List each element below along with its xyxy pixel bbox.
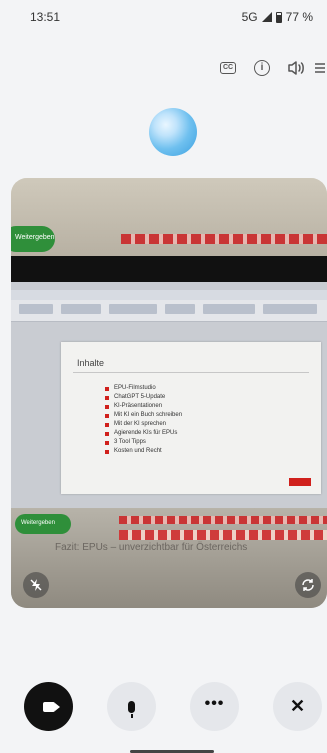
battery-icon <box>275 11 282 23</box>
status-time: 13:51 <box>30 10 61 24</box>
share-button-label: Weitergeben <box>15 234 55 241</box>
calendar-strip <box>121 234 327 244</box>
more-icon: ••• <box>204 694 225 712</box>
end-call-button[interactable]: ✕ <box>273 682 322 731</box>
ribbon-group <box>165 304 195 314</box>
video-toggle-button[interactable] <box>24 682 73 731</box>
captions-icon: CC <box>220 62 236 74</box>
call-top-actions: CC i <box>211 56 327 80</box>
captions-button[interactable]: CC <box>211 56 245 80</box>
video-feed: Weitergeben Inhalte EPU-Filmstudio ChatG… <box>11 178 327 608</box>
slide-list-item: KI-Präsentationen <box>105 402 182 411</box>
slide-list-item: Mit der KI sprechen <box>105 420 182 429</box>
call-controls: ••• ✕ <box>0 682 327 732</box>
microphone-icon <box>128 700 135 718</box>
battery-label: 77 % <box>285 10 313 24</box>
video-caption: Fazit: EPUs – unverzichtbar für Österrei… <box>55 542 248 553</box>
share-button-photo: Weitergeben <box>15 514 71 534</box>
ribbon-group <box>203 304 255 314</box>
calendar-strip <box>119 516 327 524</box>
ribbon-group <box>109 304 157 314</box>
ribbon-group <box>19 304 53 314</box>
switch-camera-button[interactable] <box>295 572 321 598</box>
slide-list: EPU-Filmstudio ChatGPT 5-Update KI-Präse… <box>105 384 182 456</box>
share-button-photo: Weitergeben <box>11 226 55 252</box>
more-options-button[interactable]: ••• <box>190 682 239 731</box>
effects-button[interactable] <box>313 56 327 80</box>
presentation-screen: Inhalte EPU-Filmstudio ChatGPT 5-Update … <box>11 282 327 530</box>
switch-camera-icon <box>302 579 314 591</box>
slide: Inhalte EPU-Filmstudio ChatGPT 5-Update … <box>61 342 321 494</box>
slide-list-item: Mit KI ein Buch schreiben <box>105 411 182 420</box>
flash-off-icon <box>30 579 42 591</box>
info-icon: i <box>254 60 270 76</box>
slide-divider <box>73 372 309 373</box>
app-ribbon <box>11 290 327 322</box>
calendar-strip <box>119 530 327 540</box>
slide-list-item: Kosten und Recht <box>105 447 182 456</box>
slide-list-item: 3 Tool Tipps <box>105 438 182 447</box>
flash-off-button[interactable] <box>23 572 49 598</box>
video-camera-icon <box>42 701 60 712</box>
ribbon-group <box>263 304 317 314</box>
effects-icon <box>315 63 325 73</box>
signal-icon <box>261 12 272 22</box>
slide-list-item: Agierende KIs für EPUs <box>105 429 182 438</box>
ribbon-group <box>61 304 101 314</box>
status-bar: 13:51 5G 77 % <box>0 0 327 36</box>
ribbon-tabs <box>11 290 327 300</box>
info-button[interactable]: i <box>245 56 279 80</box>
slide-title: Inhalte <box>77 358 105 368</box>
close-icon: ✕ <box>289 696 306 716</box>
microphone-button[interactable] <box>107 682 156 731</box>
network-label: 5G <box>241 10 258 24</box>
slide-list-item: ChatGPT 5-Update <box>105 393 182 402</box>
speaker-button[interactable] <box>279 56 313 80</box>
speaker-icon <box>288 61 304 75</box>
video-background-top <box>11 178 327 258</box>
participant-avatar <box>149 108 197 156</box>
share-button-label: Weitergeben <box>21 520 55 526</box>
monitor-bezel <box>11 256 327 282</box>
slide-list-item: EPU-Filmstudio <box>105 384 182 393</box>
status-indicators: 5G 77 % <box>242 10 313 24</box>
slide-logo <box>289 478 311 486</box>
